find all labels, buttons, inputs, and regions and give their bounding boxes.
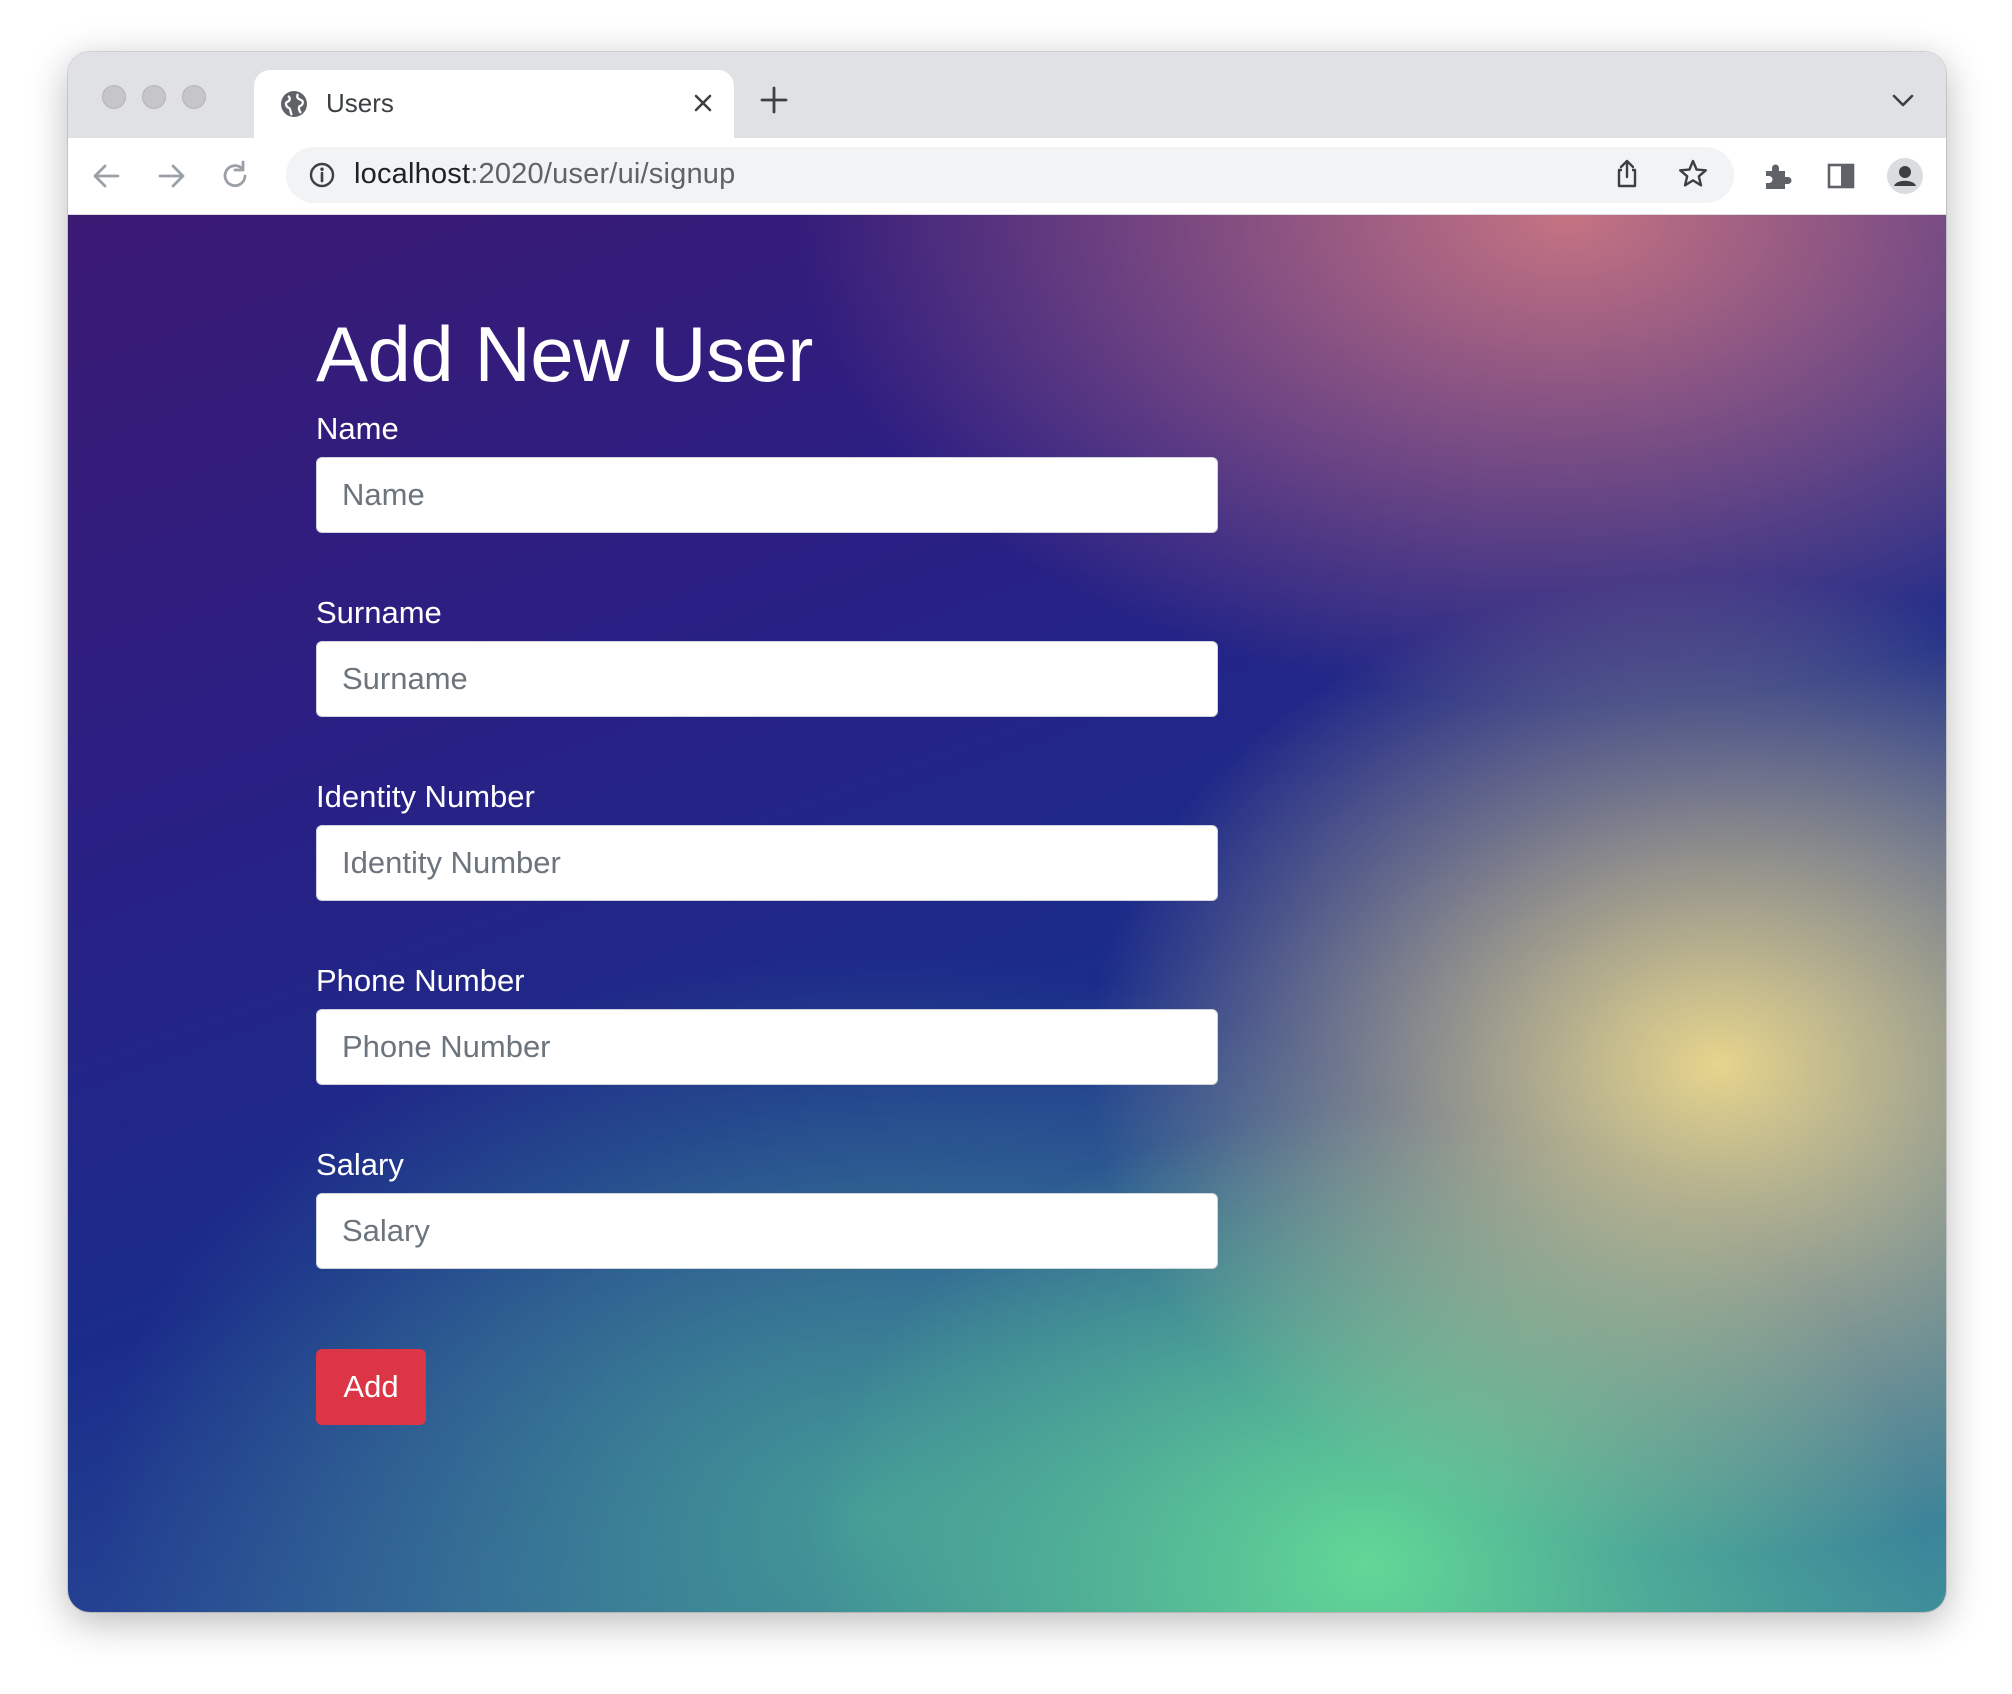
surname-label: Surname [316, 595, 442, 630]
address-bar[interactable]: localhost:2020/user/ui/signup [286, 147, 1734, 203]
share-icon[interactable] [1610, 157, 1644, 191]
url-path: :2020/user/ui/signup [470, 158, 736, 190]
chevron-down-icon[interactable] [1890, 90, 1916, 112]
star-icon[interactable] [1676, 157, 1710, 191]
url-host: localhost [354, 158, 471, 190]
window-minimize-light[interactable] [142, 85, 166, 109]
close-icon[interactable] [686, 86, 720, 120]
info-icon[interactable] [308, 161, 336, 189]
tab-users[interactable]: Users [254, 70, 734, 138]
tab-title: Users [326, 88, 394, 118]
phone-number-label: Phone Number [316, 963, 525, 998]
surname-input[interactable] [316, 641, 1218, 717]
phone-number-input[interactable] [316, 1009, 1218, 1085]
plus-icon[interactable] [758, 84, 790, 116]
add-user-form: Add New User Name Surname Identity Numbe… [316, 310, 1218, 1425]
identity-number-input[interactable] [316, 825, 1218, 901]
back-arrow-icon[interactable] [88, 157, 126, 195]
profile-icon[interactable] [1886, 157, 1924, 195]
identity-number-field-group: Identity Number [316, 779, 1218, 963]
salary-field-group: Salary [316, 1147, 1218, 1331]
salary-label: Salary [316, 1147, 404, 1182]
browser-window: Users localhost:2020/user/ui/signup Add … [68, 52, 1946, 1612]
page-title: Add New User [316, 310, 813, 398]
name-input[interactable] [316, 457, 1218, 533]
reload-icon[interactable] [216, 157, 254, 195]
surname-field-group: Surname [316, 595, 1218, 779]
window-zoom-light[interactable] [182, 85, 206, 109]
tab-strip: Users [68, 52, 1946, 138]
name-field-group: Name [316, 411, 1218, 595]
browser-toolbar: localhost:2020/user/ui/signup [68, 138, 1946, 215]
globe-icon [281, 91, 307, 117]
salary-input[interactable] [316, 1193, 1218, 1269]
side-panel-icon[interactable] [1822, 157, 1860, 195]
page-content: Add New User Name Surname Identity Numbe… [68, 215, 1946, 1612]
puzzle-icon[interactable] [1758, 157, 1796, 195]
phone-number-field-group: Phone Number [316, 963, 1218, 1147]
url-text[interactable]: localhost:2020/user/ui/signup [354, 158, 735, 191]
identity-number-label: Identity Number [316, 779, 535, 814]
add-button[interactable]: Add [316, 1349, 426, 1425]
forward-arrow-icon[interactable] [152, 157, 190, 195]
name-label: Name [316, 411, 399, 446]
window-close-light[interactable] [102, 85, 126, 109]
